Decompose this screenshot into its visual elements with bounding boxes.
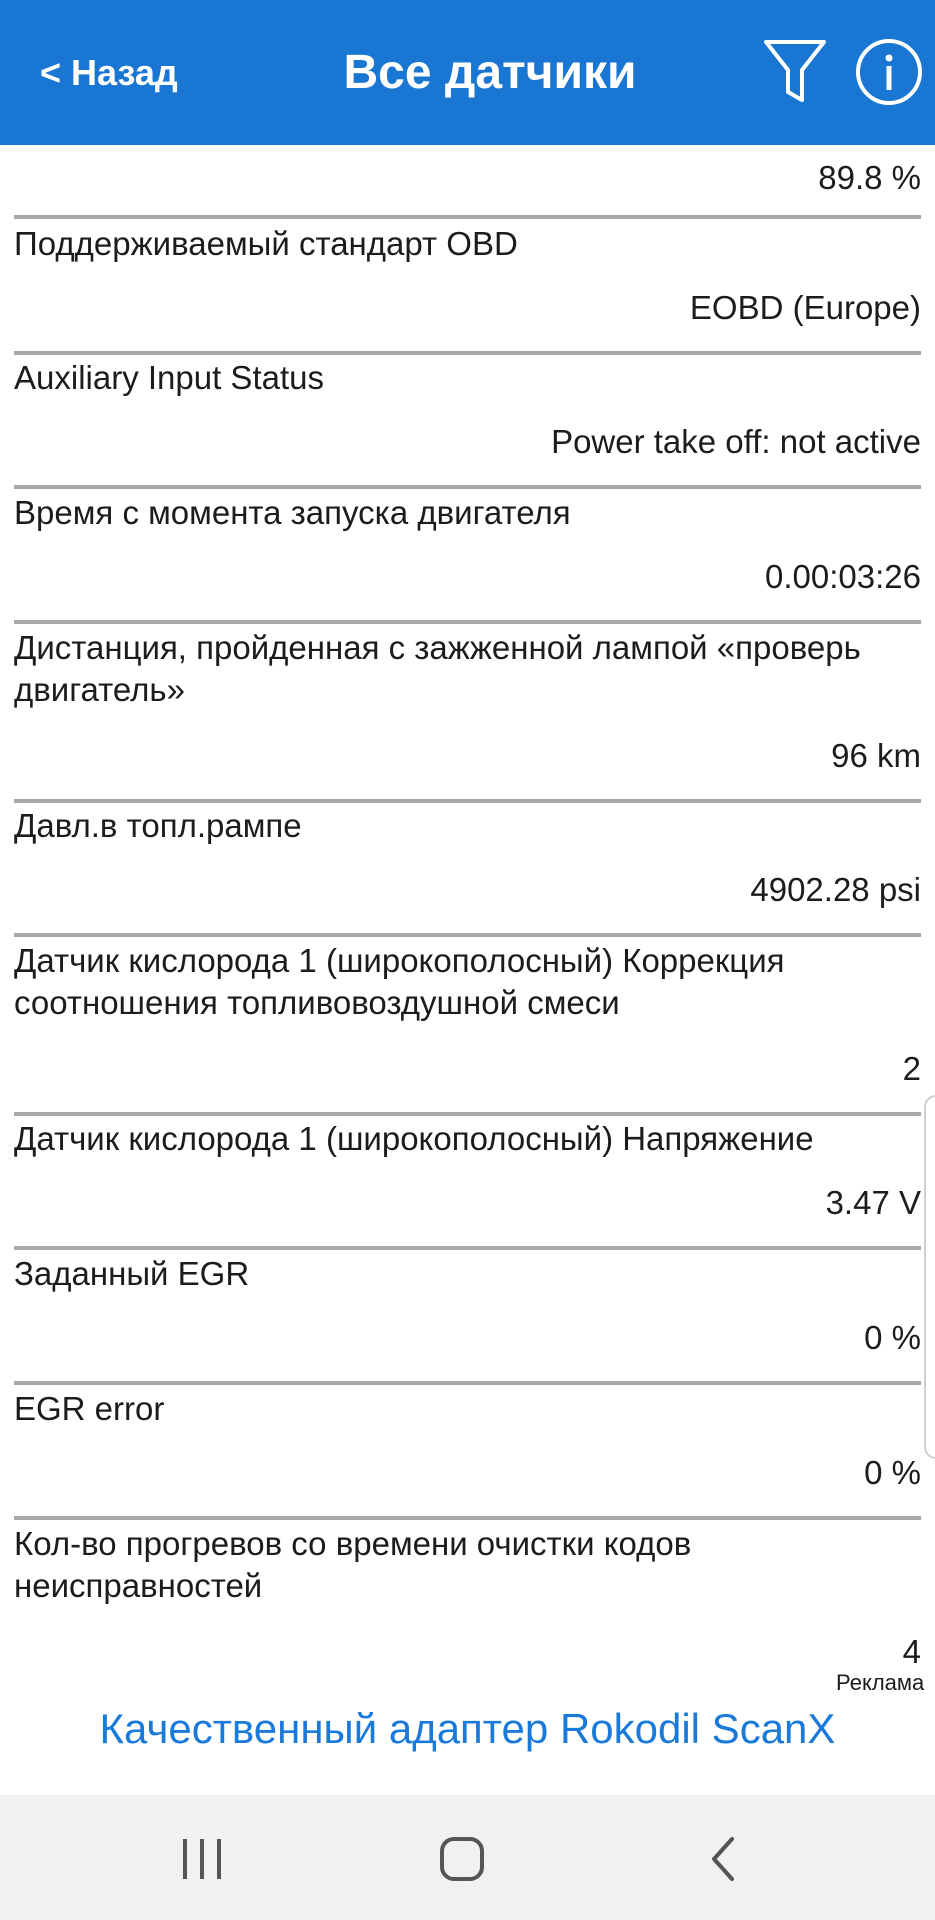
chevron-left-icon: < bbox=[40, 52, 62, 93]
sensor-row[interactable]: Поддерживаемый стандарт OBD EOBD (Europe… bbox=[0, 223, 935, 357]
system-nav-bar bbox=[0, 1795, 935, 1920]
info-icon bbox=[856, 39, 922, 105]
sensor-row[interactable]: Время с момента запуска двигателя 0.00:0… bbox=[0, 492, 935, 626]
sensor-row[interactable]: 89.8 % bbox=[0, 145, 935, 223]
row-divider bbox=[14, 351, 921, 355]
ad-label: Реклама bbox=[836, 1670, 925, 1695]
sensor-row[interactable]: Датчик кислорода 1 (широкополосный) Напр… bbox=[0, 1118, 935, 1252]
filter-funnel-icon bbox=[764, 40, 826, 102]
sensor-row[interactable]: Дистанция, пройденная с зажженной лампой… bbox=[0, 627, 935, 805]
sensor-name: Датчик кислорода 1 (широкополосный) Напр… bbox=[14, 1120, 814, 1157]
row-divider bbox=[14, 1516, 921, 1520]
row-divider bbox=[14, 620, 921, 624]
recent-apps-icon bbox=[183, 1839, 221, 1879]
home-icon bbox=[440, 1837, 484, 1881]
row-divider bbox=[14, 1246, 921, 1250]
sensor-row[interactable]: EGR error 0 % bbox=[0, 1388, 935, 1522]
sensor-value: 96 km bbox=[831, 737, 921, 774]
ad-link[interactable]: Качественный адаптер Rokodil ScanX bbox=[0, 1705, 935, 1753]
sensor-row[interactable]: Давл.в топл.рампе 4902.28 psi bbox=[0, 805, 935, 939]
back-label: Назад bbox=[71, 52, 178, 93]
app-bar: < Назад Все датчики bbox=[0, 0, 935, 145]
page-title: Все датчики bbox=[343, 46, 637, 99]
back-button[interactable]: < Назад bbox=[40, 48, 178, 98]
row-divider bbox=[14, 1381, 921, 1385]
sensor-name: Поддерживаемый стандарт OBD bbox=[14, 225, 518, 262]
sensor-row[interactable]: Датчик кислорода 1 (широкополосный) Корр… bbox=[0, 940, 935, 1118]
info-button[interactable] bbox=[855, 38, 923, 106]
sensor-value: 3.47 V bbox=[825, 1184, 921, 1221]
sensor-name: Auxiliary Input Status bbox=[14, 359, 324, 396]
sensor-value: 89.8 % bbox=[818, 159, 921, 196]
sensor-name: Датчик кислорода 1 (широкополосный) Корр… bbox=[14, 942, 785, 1021]
row-divider bbox=[14, 799, 921, 803]
sensor-name: Время с момента запуска двигателя bbox=[14, 494, 571, 531]
home-button[interactable] bbox=[430, 1827, 494, 1891]
sensor-value: EOBD (Europe) bbox=[689, 289, 921, 326]
sensor-value: 4902.28 psi bbox=[750, 871, 921, 908]
sensor-value: Power take off: not active bbox=[551, 423, 921, 460]
nav-back-button[interactable] bbox=[692, 1827, 756, 1891]
sensor-name: Кол-во прогревов со времени очистки кодо… bbox=[14, 1525, 692, 1604]
scrollbar-handle[interactable] bbox=[924, 1095, 935, 1459]
filter-button[interactable] bbox=[762, 36, 828, 106]
sensor-row[interactable]: Кол-во прогревов со времени очистки кодо… bbox=[0, 1523, 935, 1670]
sensor-value: 0 % bbox=[864, 1454, 921, 1491]
sensor-row[interactable]: Auxiliary Input Status Power take off: n… bbox=[0, 357, 935, 491]
sensor-value: 4 bbox=[902, 1633, 921, 1670]
sensor-value: 2 bbox=[902, 1050, 921, 1087]
sensor-name: EGR error bbox=[14, 1390, 165, 1427]
row-divider bbox=[14, 485, 921, 489]
row-divider bbox=[14, 933, 921, 937]
sensor-name: Дистанция, пройденная с зажженной лампой… bbox=[14, 629, 861, 708]
back-icon bbox=[712, 1837, 734, 1881]
recent-apps-button[interactable] bbox=[170, 1827, 234, 1891]
row-divider bbox=[14, 215, 921, 219]
sensor-value: 0.00:03:26 bbox=[765, 558, 921, 595]
sensor-value: 0 % bbox=[864, 1319, 921, 1356]
sensor-name: Заданный EGR bbox=[14, 1255, 250, 1292]
sensor-name: Давл.в топл.рампе bbox=[14, 807, 302, 844]
sensor-row[interactable]: Заданный EGR 0 % bbox=[0, 1253, 935, 1387]
row-divider bbox=[14, 1112, 921, 1116]
